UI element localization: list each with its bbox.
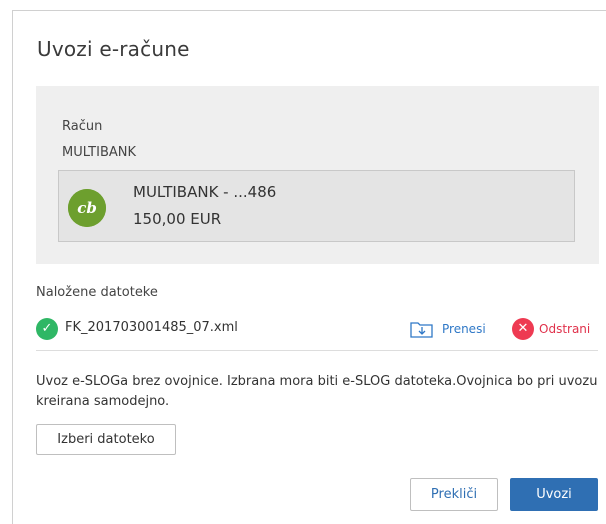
dialog-title: Uvozi e-račune [37,37,190,61]
account-amount: 150,00 EUR [133,210,222,228]
account-card[interactable]: cb MULTIBANK - ...486 150,00 EUR [58,170,575,242]
folder-download-icon [410,322,433,338]
cancel-button[interactable]: Prekliči [410,478,498,511]
import-button[interactable]: Uvozi [510,478,598,511]
info-text: Uvoz e-SLOGa brez ovojnice. Izbrana mora… [36,374,598,409]
file-row: ✓ FK_201703001485_07.xml Prenesi ✕ Odstr… [36,314,598,351]
account-panel: Račun MULTIBANK cb MULTIBANK - ...486 15… [36,86,599,264]
bank-logo-icon: cb [68,189,106,227]
uploaded-files-label: Naložene datoteke [36,285,158,300]
svg-text:cb: cb [77,199,97,217]
file-name: FK_201703001485_07.xml [65,320,238,335]
account-label: Račun [62,119,103,134]
close-circle-icon: ✕ [512,318,534,340]
remove-link[interactable]: ✕ Odstrani [512,317,590,341]
download-label: Prenesi [442,322,486,336]
remove-label: Odstrani [539,322,591,336]
import-dialog: Uvozi e-račune Račun MULTIBANK cb MULTIB… [12,10,606,524]
check-circle-icon: ✓ [36,318,58,340]
download-link[interactable]: Prenesi [410,317,486,341]
account-name: MULTIBANK - ...486 [133,183,277,201]
choose-file-button[interactable]: Izberi datoteko [36,424,176,455]
bank-name: MULTIBANK [62,145,137,160]
